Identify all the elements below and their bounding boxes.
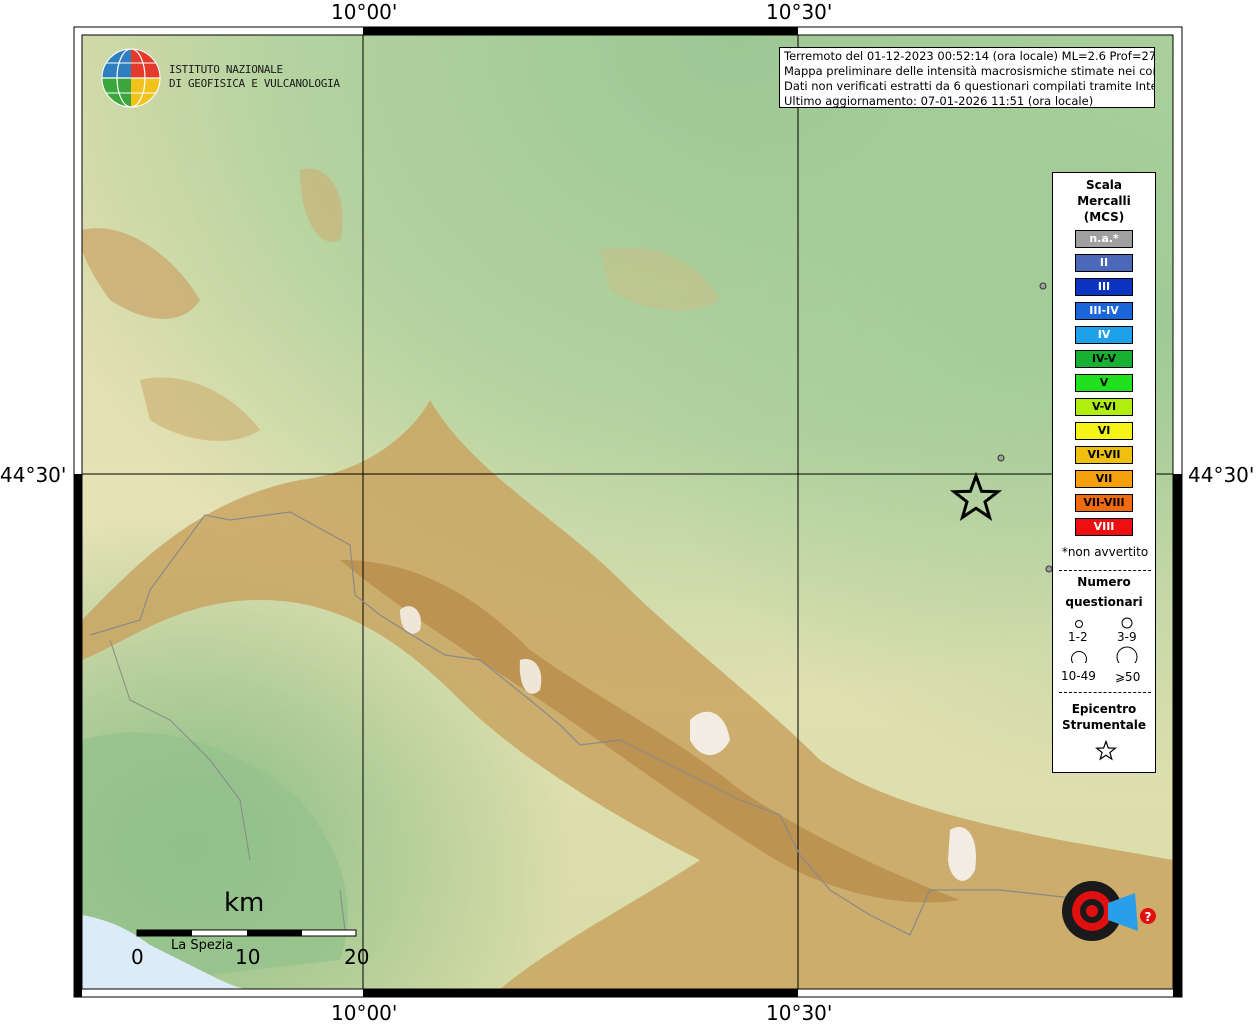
legend-swatch-8: VI <box>1075 422 1133 440</box>
legend-title-scala: Scala <box>1085 178 1123 192</box>
legend-swatch-10: VII <box>1075 470 1133 488</box>
questionnaire-point <box>997 454 1005 462</box>
scale-unit: km <box>224 888 265 918</box>
legend-star-icon <box>1095 740 1117 761</box>
ingv-logo-text: ISTITUTO NAZIONALE DI GEOFISICA E VULCAN… <box>169 63 340 91</box>
scale-tick-20: 20 <box>344 945 370 969</box>
terrain-layer <box>82 35 1173 989</box>
info-line-map: Mappa preliminare delle intensità macros… <box>784 64 1155 78</box>
coord-bottom-right: 10°30' <box>766 1001 833 1025</box>
legend-count-1-2: 1-2 <box>1068 630 1088 644</box>
legend-swatch-1: II <box>1075 254 1133 272</box>
legend-count-3-9: 3-9 <box>1117 630 1137 644</box>
coord-right-latitude: 44°30' <box>1188 463 1255 487</box>
intensity-legend: Scala Mercalli (MCS) n.a.* II III III-IV IV I… <box>1052 172 1156 773</box>
ingv-name-line2: DI GEOFISICA E VULCANOLOGIA <box>169 77 340 90</box>
legend-epi-title1: Epicentro <box>1071 702 1137 716</box>
info-line-event: Terremoto del 01-12-2023 00:52:14 (ora l… <box>784 49 1155 63</box>
scale-bar <box>136 929 357 937</box>
legend-swatch-9: VI-VII <box>1075 446 1133 464</box>
scale-tick-0: 0 <box>131 945 144 969</box>
ingv-name-line1: ISTITUTO NAZIONALE <box>169 63 283 76</box>
legend-title-mercalli: Mercalli <box>1077 194 1131 208</box>
info-line-data: Dati non verificati estratti da 6 questi… <box>784 79 1155 93</box>
legend-swatch-11: VII-VIII <box>1075 494 1133 512</box>
legend-count-title2: questionari <box>1065 595 1143 609</box>
info-line-update: Ultimo aggiornamento: 07-01-2026 11:51 (… <box>784 94 1094 108</box>
coord-top-left: 10°00' <box>331 0 398 24</box>
legend-not-felt-note: *non avvertito <box>1061 545 1149 559</box>
svg-text:?: ? <box>1145 910 1152 924</box>
legend-swatch-0: n.a.* <box>1075 230 1133 248</box>
legend-count-50-plus: ⩾50 <box>1115 670 1141 684</box>
legend-epi-title2: Strumentale <box>1061 718 1147 732</box>
legend-count-10-49: 10-49 <box>1061 669 1096 683</box>
scale-tick-10: 10 <box>235 945 261 969</box>
legend-swatch-4: IV <box>1075 326 1133 344</box>
coord-bottom-left: 10°00' <box>331 1001 398 1025</box>
legend-swatch-5: IV-V <box>1075 350 1133 368</box>
legend-swatch-2: III <box>1075 278 1133 296</box>
legend-swatch-12: VIII <box>1075 518 1133 536</box>
city-label-la-spezia: La Spezia <box>171 938 234 953</box>
legend-swatch-7: V-VI <box>1075 398 1133 416</box>
legend-title-mcs: (MCS) <box>1083 210 1125 224</box>
event-info-box: Terremoto del 01-12-2023 00:52:14 (ora l… <box>779 47 1155 108</box>
ingv-logo-icon <box>101 48 161 108</box>
legend-swatch-3: III-IV <box>1075 302 1133 320</box>
coord-top-right: 10°30' <box>766 0 833 24</box>
legend-count-title1: Numero <box>1077 575 1131 589</box>
legend-swatch-6: V <box>1075 374 1133 392</box>
coord-left-latitude: 44°30' <box>0 463 67 487</box>
questionnaire-point <box>1039 282 1047 290</box>
